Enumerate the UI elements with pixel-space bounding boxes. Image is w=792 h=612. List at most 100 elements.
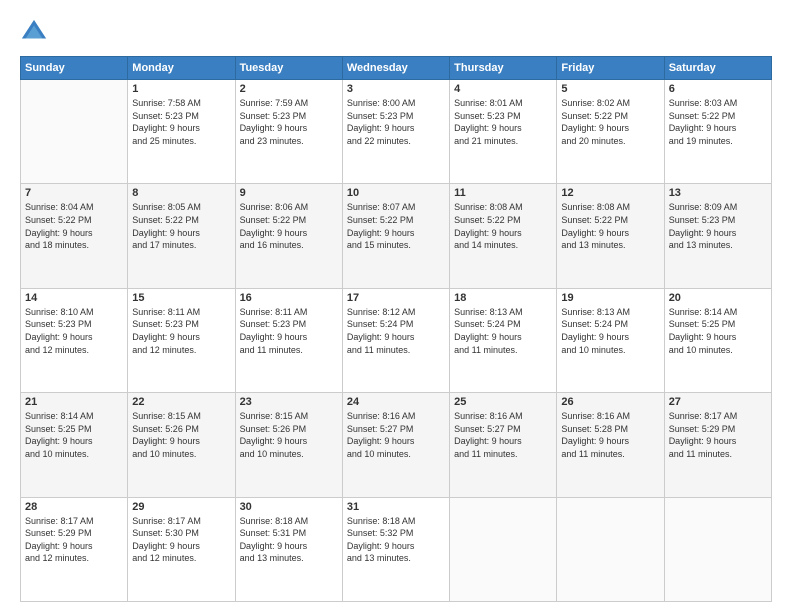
day-number: 5 [561,83,659,95]
weekday-header-sunday: Sunday [21,57,128,80]
calendar-table: SundayMondayTuesdayWednesdayThursdayFrid… [20,56,772,602]
day-number: 9 [240,187,338,199]
day-number: 31 [347,501,445,513]
calendar-cell: 18 Sunrise: 8:13 AM Sunset: 5:24 PM Dayli… [450,288,557,392]
day-info: Sunrise: 8:16 AM Sunset: 5:28 PM Dayligh… [561,410,659,460]
calendar-cell: 30Sunrise: 8:18 AM Sunset: 5:31 PM Dayli… [235,497,342,601]
calendar-cell: 5 Sunrise: 8:02 AM Sunset: 5:22 PM Daylig… [557,80,664,184]
day-number: 4 [454,83,552,95]
day-info: Sunrise: 8:05 AM Sunset: 5:22 PM Dayligh… [132,201,230,251]
day-info: Sunrise: 8:15 AM Sunset: 5:26 PM Dayligh… [240,410,338,460]
week-row-1: 1 Sunrise: 7:58 AM Sunset: 5:23 PM Daylig… [21,80,772,184]
calendar-cell: 11 Sunrise: 8:08 AM Sunset: 5:22 PM Dayli… [450,184,557,288]
calendar-cell: 27 Sunrise: 8:17 AM Sunset: 5:29 PM Dayli… [664,393,771,497]
day-info: Sunrise: 7:58 AM Sunset: 5:23 PM Dayligh… [132,97,230,147]
week-row-5: 28Sunrise: 8:17 AM Sunset: 5:29 PM Dayli… [21,497,772,601]
logo-icon [20,18,48,46]
day-number: 29 [132,501,230,513]
day-info: Sunrise: 8:11 AM Sunset: 5:23 PM Dayligh… [240,306,338,356]
calendar-cell: 17 Sunrise: 8:12 AM Sunset: 5:24 PM Dayli… [342,288,449,392]
calendar-cell: 8Sunrise: 8:05 AM Sunset: 5:22 PM Daylig… [128,184,235,288]
day-number: 11 [454,187,552,199]
calendar-cell: 12 Sunrise: 8:08 AM Sunset: 5:22 PM Dayli… [557,184,664,288]
day-info: Sunrise: 8:18 AM Sunset: 5:32 PM Dayligh… [347,515,445,565]
calendar-cell: 3Sunrise: 8:00 AM Sunset: 5:23 PM Daylig… [342,80,449,184]
calendar-cell: 31 Sunrise: 8:18 AM Sunset: 5:32 PM Dayli… [342,497,449,601]
day-info: Sunrise: 8:16 AM Sunset: 5:27 PM Dayligh… [454,410,552,460]
day-info: Sunrise: 8:17 AM Sunset: 5:30 PM Dayligh… [132,515,230,565]
calendar-cell [664,497,771,601]
calendar-cell: 7Sunrise: 8:04 AM Sunset: 5:22 PM Daylig… [21,184,128,288]
calendar-cell: 23 Sunrise: 8:15 AM Sunset: 5:26 PM Dayli… [235,393,342,497]
day-info: Sunrise: 8:00 AM Sunset: 5:23 PM Dayligh… [347,97,445,147]
day-info: Sunrise: 8:16 AM Sunset: 5:27 PM Dayligh… [347,410,445,460]
day-info: Sunrise: 8:10 AM Sunset: 5:23 PM Dayligh… [25,306,123,356]
calendar-cell: 6 Sunrise: 8:03 AM Sunset: 5:22 PM Daylig… [664,80,771,184]
weekday-header-wednesday: Wednesday [342,57,449,80]
day-info: Sunrise: 8:01 AM Sunset: 5:23 PM Dayligh… [454,97,552,147]
calendar-cell [450,497,557,601]
week-row-2: 7Sunrise: 8:04 AM Sunset: 5:22 PM Daylig… [21,184,772,288]
day-info: Sunrise: 8:13 AM Sunset: 5:24 PM Dayligh… [454,306,552,356]
day-info: Sunrise: 8:06 AM Sunset: 5:22 PM Dayligh… [240,201,338,251]
calendar-cell [21,80,128,184]
day-number: 13 [669,187,767,199]
calendar-cell: 14 Sunrise: 8:10 AM Sunset: 5:23 PM Dayli… [21,288,128,392]
top-section [20,18,772,46]
day-info: Sunrise: 8:17 AM Sunset: 5:29 PM Dayligh… [25,515,123,565]
day-number: 2 [240,83,338,95]
day-info: Sunrise: 8:03 AM Sunset: 5:22 PM Dayligh… [669,97,767,147]
weekday-header-friday: Friday [557,57,664,80]
calendar-cell: 16 Sunrise: 8:11 AM Sunset: 5:23 PM Dayli… [235,288,342,392]
weekday-header-tuesday: Tuesday [235,57,342,80]
day-number: 20 [669,292,767,304]
day-number: 24 [347,396,445,408]
week-row-3: 14 Sunrise: 8:10 AM Sunset: 5:23 PM Dayli… [21,288,772,392]
day-number: 17 [347,292,445,304]
day-number: 12 [561,187,659,199]
day-info: Sunrise: 8:11 AM Sunset: 5:23 PM Dayligh… [132,306,230,356]
weekday-header-row: SundayMondayTuesdayWednesdayThursdayFrid… [21,57,772,80]
day-number: 19 [561,292,659,304]
calendar-cell: 25 Sunrise: 8:16 AM Sunset: 5:27 PM Dayli… [450,393,557,497]
day-info: Sunrise: 8:14 AM Sunset: 5:25 PM Dayligh… [25,410,123,460]
calendar-cell: 1 Sunrise: 7:58 AM Sunset: 5:23 PM Daylig… [128,80,235,184]
day-number: 23 [240,396,338,408]
day-number: 30 [240,501,338,513]
day-info: Sunrise: 8:09 AM Sunset: 5:23 PM Dayligh… [669,201,767,251]
day-info: Sunrise: 8:13 AM Sunset: 5:24 PM Dayligh… [561,306,659,356]
calendar-cell: 22 Sunrise: 8:15 AM Sunset: 5:26 PM Dayli… [128,393,235,497]
day-number: 14 [25,292,123,304]
day-number: 10 [347,187,445,199]
day-number: 1 [132,83,230,95]
page: SundayMondayTuesdayWednesdayThursdayFrid… [0,0,792,612]
calendar-cell: 29 Sunrise: 8:17 AM Sunset: 5:30 PM Dayli… [128,497,235,601]
day-info: Sunrise: 8:08 AM Sunset: 5:22 PM Dayligh… [561,201,659,251]
day-info: Sunrise: 8:08 AM Sunset: 5:22 PM Dayligh… [454,201,552,251]
day-info: Sunrise: 8:17 AM Sunset: 5:29 PM Dayligh… [669,410,767,460]
day-info: Sunrise: 8:02 AM Sunset: 5:22 PM Dayligh… [561,97,659,147]
day-info: Sunrise: 8:12 AM Sunset: 5:24 PM Dayligh… [347,306,445,356]
day-info: Sunrise: 8:07 AM Sunset: 5:22 PM Dayligh… [347,201,445,251]
weekday-header-thursday: Thursday [450,57,557,80]
day-number: 7 [25,187,123,199]
calendar-cell: 15 Sunrise: 8:11 AM Sunset: 5:23 PM Dayli… [128,288,235,392]
day-number: 27 [669,396,767,408]
logo [20,18,52,46]
day-info: Sunrise: 8:15 AM Sunset: 5:26 PM Dayligh… [132,410,230,460]
day-number: 16 [240,292,338,304]
day-number: 18 [454,292,552,304]
week-row-4: 21Sunrise: 8:14 AM Sunset: 5:25 PM Dayli… [21,393,772,497]
weekday-header-saturday: Saturday [664,57,771,80]
day-number: 15 [132,292,230,304]
day-number: 25 [454,396,552,408]
calendar-cell: 13 Sunrise: 8:09 AM Sunset: 5:23 PM Dayli… [664,184,771,288]
calendar-cell [557,497,664,601]
calendar-cell: 9 Sunrise: 8:06 AM Sunset: 5:22 PM Daylig… [235,184,342,288]
calendar-cell: 4 Sunrise: 8:01 AM Sunset: 5:23 PM Daylig… [450,80,557,184]
day-number: 6 [669,83,767,95]
calendar-cell: 24 Sunrise: 8:16 AM Sunset: 5:27 PM Dayli… [342,393,449,497]
calendar-cell: 26 Sunrise: 8:16 AM Sunset: 5:28 PM Dayli… [557,393,664,497]
day-number: 26 [561,396,659,408]
day-number: 22 [132,396,230,408]
